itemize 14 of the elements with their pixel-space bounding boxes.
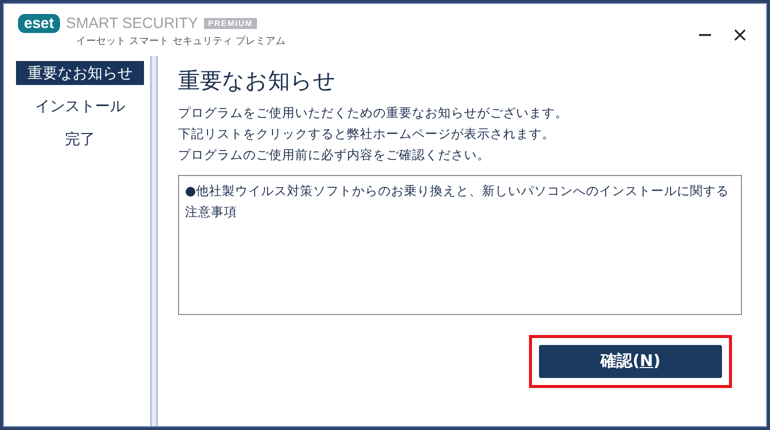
- page-title: 重要なお知らせ: [178, 68, 337, 96]
- description-text: プログラムをご使用いただくための重要なお知らせがございます。: [178, 104, 569, 122]
- edition-badge: PREMIUM: [204, 18, 257, 29]
- description-text: プログラムのご使用前に必ず内容をご確認ください。: [178, 146, 491, 164]
- confirm-button[interactable]: 確認(N): [539, 345, 722, 378]
- brand-logo: eset: [18, 14, 60, 33]
- sidebar-item[interactable]: 完了: [16, 127, 144, 151]
- product-name: SMART SECURITY: [66, 15, 198, 32]
- description-text: 下記リストをクリックすると弊社ホームページが表示されます。: [178, 125, 556, 143]
- notice-link[interactable]: ●他社製ウイルス対策ソフトからのお乗り換えと、新しいパソコンへのインストールに関する注意事項: [185, 180, 735, 222]
- sidebar-item[interactable]: インストール: [16, 94, 144, 118]
- close-icon[interactable]: [734, 29, 746, 41]
- sidebar-item[interactable]: 重要なお知らせ: [16, 61, 144, 85]
- product-subtitle: イーセット スマート セキュリティ プレミアム: [76, 34, 286, 48]
